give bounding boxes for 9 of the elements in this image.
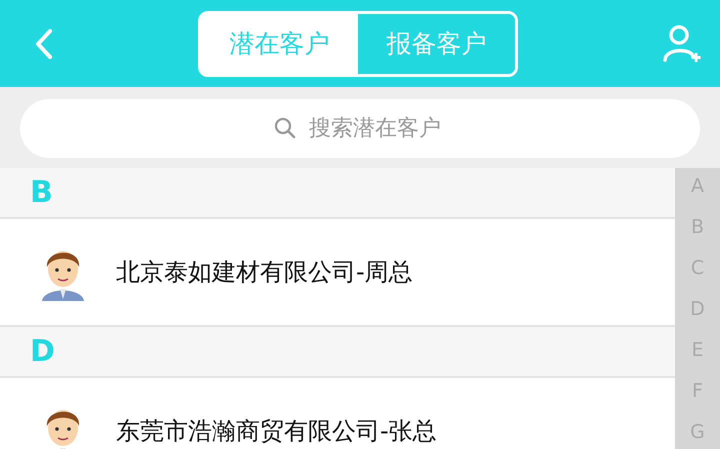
tab[interactable]: 潜在客户 <box>201 14 358 74</box>
search-field[interactable]: 搜索潜在客户 <box>20 99 700 158</box>
search-icon <box>274 117 296 139</box>
customer-name: 北京泰如建材有限公司-周总 <box>116 257 413 288</box>
customer-name: 东莞市浩瀚商贸有限公司-张总 <box>116 416 437 447</box>
add-user-icon[interactable] <box>662 24 702 64</box>
back-icon[interactable] <box>34 28 54 60</box>
section-header: B <box>0 168 675 219</box>
section-header: D <box>0 327 675 378</box>
